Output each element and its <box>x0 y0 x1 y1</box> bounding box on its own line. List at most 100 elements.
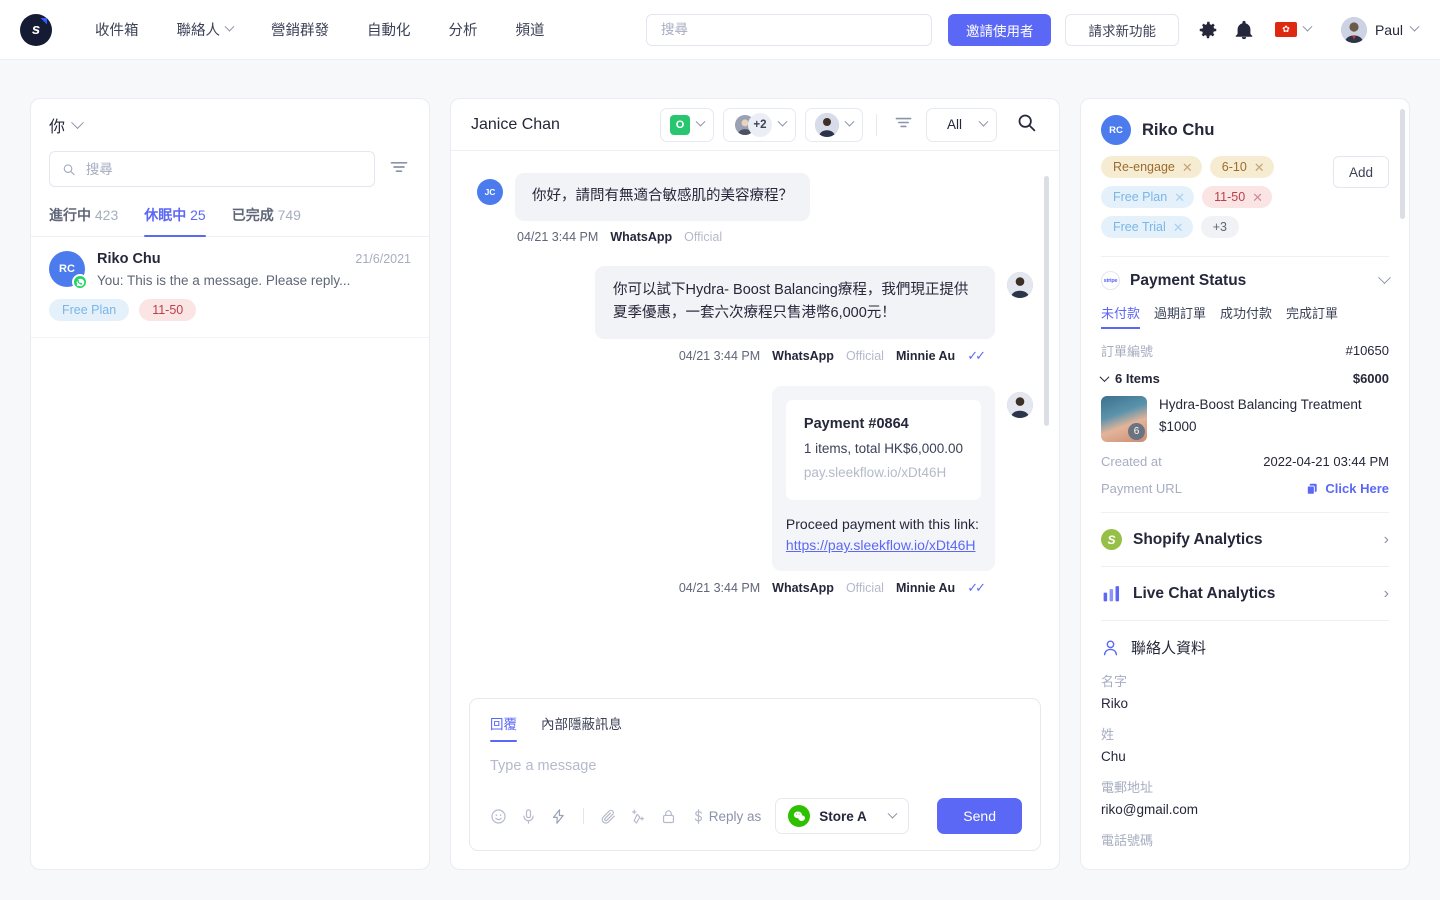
conversation-search-input[interactable] <box>85 161 362 177</box>
collaborators-overflow-count: +2 <box>747 112 772 137</box>
nav-item-broadcast[interactable]: 營銷群發 <box>252 19 348 40</box>
nav-item-inbox[interactable]: 收件箱 <box>76 19 158 40</box>
conversation-status-tabs: 進行中 423 休眠中 25 已完成 749 <box>31 205 429 237</box>
payment-card-inner: Payment #0864 1 items, total HK$6,000.00… <box>785 399 981 500</box>
close-icon[interactable]: ✕ <box>1174 191 1185 204</box>
person-icon <box>1103 640 1118 656</box>
tab-paid[interactable]: 成功付款 <box>1220 303 1272 329</box>
reply-as-group: Reply as Store A Send <box>709 798 1022 834</box>
tag-overflow-count[interactable]: +3 <box>1200 216 1239 238</box>
lock-icon[interactable] <box>660 808 677 825</box>
tag-free-plan[interactable]: Free Plan ✕ <box>1101 186 1195 208</box>
owner-filter[interactable]: 你 <box>49 113 411 137</box>
conversation-header: Janice Chan O +2 All <box>451 99 1059 151</box>
tab-closed[interactable]: 已完成 749 <box>232 205 301 236</box>
global-search-input[interactable] <box>660 22 917 37</box>
shopify-analytics-section[interactable]: S Shopify Analytics › <box>1101 512 1389 550</box>
payment-message-card[interactable]: Payment #0864 1 items, total HK$6,000.00… <box>771 385 995 572</box>
store-selector[interactable]: Store A <box>775 798 910 834</box>
app-logo[interactable]: s <box>20 13 52 46</box>
collaborators-selector[interactable]: +2 <box>722 107 796 142</box>
nav-item-contacts[interactable]: 聯絡人 <box>158 19 253 40</box>
chevron-down-icon <box>224 21 235 32</box>
message-type-selector[interactable]: All <box>925 107 997 142</box>
sparkle-icon[interactable] <box>630 808 647 825</box>
message-scrollbar[interactable] <box>1044 176 1049 426</box>
conversation-panel: Janice Chan O +2 All JC 你好，請問有無適合敏感肌的美容療… <box>450 98 1060 870</box>
invite-user-label: 邀請使用者 <box>965 23 1034 39</box>
live-chat-analytics-section[interactable]: Live Chat Analytics › <box>1101 566 1389 604</box>
conversation-row-body: Riko Chu 21/6/2021 You: This is the a me… <box>97 251 411 288</box>
order-items-row[interactable]: 6 Items $6000 <box>1099 371 1389 386</box>
emoji-icon[interactable] <box>490 808 507 825</box>
product-price: $1000 <box>1159 419 1197 435</box>
conversation-row-top: RC Riko Chu 21/6/2021 You: This is the a… <box>49 251 411 290</box>
conversation-filter-button[interactable] <box>387 155 411 184</box>
message-composer: 回覆 內部隱蔽訊息 Type a message Reply as Store … <box>469 698 1041 851</box>
mic-icon[interactable] <box>520 808 537 825</box>
user-menu[interactable]: Paul <box>1340 16 1420 43</box>
language-selector[interactable]: ✿ <box>1274 21 1313 37</box>
tab-snoozed[interactable]: 休眠中 25 <box>144 205 207 237</box>
invite-user-button[interactable]: 邀請使用者 <box>947 13 1052 46</box>
payment-short-url: pay.sleekflow.io/xDt46H <box>803 464 947 480</box>
chevron-down-icon <box>695 116 706 127</box>
add-tag-button[interactable]: Add <box>1332 156 1389 188</box>
nav-item-analytics[interactable]: 分析 <box>430 19 497 40</box>
bell-icon[interactable] <box>1233 19 1255 41</box>
payment-url-action[interactable]: Click Here <box>1305 481 1389 496</box>
attachment-icon[interactable] <box>600 808 617 825</box>
message-search-button[interactable] <box>1012 108 1041 142</box>
message-filter-button[interactable] <box>890 109 917 141</box>
tab-completed[interactable]: 完成訂單 <box>1286 303 1338 329</box>
dollar-icon[interactable] <box>690 808 707 825</box>
click-here-link[interactable]: Click Here <box>1325 481 1389 496</box>
tab-expired[interactable]: 過期訂單 <box>1154 303 1206 329</box>
contact-tags-row: Re-engage ✕ 6-10 ✕ Free Plan ✕ 11-50 ✕ F… <box>1101 156 1389 238</box>
top-navigation-bar: s 收件箱 聯絡人 營銷群發 自動化 分析 頻道 邀請使用者 請求新功能 <box>0 0 1440 60</box>
payment-status-section-header[interactable]: stripe Payment Status <box>1101 256 1391 290</box>
chevron-down-icon <box>1099 372 1110 383</box>
tab-unpaid[interactable]: 未付款 <box>1101 303 1141 329</box>
gear-icon[interactable] <box>1197 19 1219 41</box>
tab-internal-note[interactable]: 內部隱蔽訊息 <box>541 713 622 742</box>
field-value[interactable]: Riko <box>1101 696 1389 711</box>
product-name: Hydra-Boost Balancing Treatment <box>1159 397 1362 412</box>
tab-reply[interactable]: 回覆 <box>490 713 517 742</box>
message-time: 04/21 3:44 PM <box>517 229 599 244</box>
close-icon[interactable]: ✕ <box>1252 191 1263 204</box>
page-title: Janice Chan <box>471 115 560 133</box>
channel-selector[interactable]: O <box>659 107 714 142</box>
tab-ongoing[interactable]: 進行中 423 <box>49 205 118 236</box>
assignee-selector[interactable] <box>804 107 863 142</box>
nav-item-automation[interactable]: 自動化 <box>348 19 430 40</box>
field-value[interactable]: Chu <box>1101 749 1389 764</box>
message-input[interactable]: Type a message <box>470 742 1040 790</box>
payment-title: Payment #0864 <box>803 415 909 432</box>
request-feature-button[interactable]: 請求新功能 <box>1065 13 1179 46</box>
avatar: JC <box>477 179 503 205</box>
tag-6-10[interactable]: 6-10 ✕ <box>1209 156 1274 178</box>
close-icon[interactable]: ✕ <box>1254 161 1265 174</box>
payment-link[interactable]: https://pay.sleekflow.io/xDt46H <box>786 537 976 553</box>
conversation-search[interactable] <box>49 151 375 187</box>
avatar <box>814 112 839 137</box>
close-icon[interactable]: ✕ <box>1182 161 1193 174</box>
list-item[interactable]: RC Riko Chu 21/6/2021 You: This is the a… <box>31 237 429 338</box>
order-items-toggle[interactable]: 6 Items <box>1099 371 1160 386</box>
field-value[interactable]: riko@gmail.com <box>1101 802 1389 817</box>
tag-re-engage[interactable]: Re-engage ✕ <box>1101 156 1202 178</box>
tag-free-trial[interactable]: Free Trial ✕ <box>1101 216 1193 238</box>
chevron-down-icon[interactable] <box>1378 271 1391 285</box>
order-number-value: #10650 <box>1345 343 1389 358</box>
lightning-icon[interactable] <box>550 808 567 825</box>
contact-panel-scrollbar[interactable] <box>1400 109 1405 219</box>
field-label: 名字 <box>1101 674 1128 689</box>
global-search[interactable] <box>645 13 932 46</box>
close-icon[interactable]: ✕ <box>1173 221 1184 234</box>
tag-11-50[interactable]: 11-50 ✕ <box>1202 186 1273 208</box>
product-quantity-badge: 6 <box>1128 423 1145 440</box>
nav-item-channels[interactable]: 頻道 <box>497 19 564 40</box>
send-button[interactable]: Send <box>937 798 1022 834</box>
conversation-list-header: 你 <box>31 99 429 187</box>
